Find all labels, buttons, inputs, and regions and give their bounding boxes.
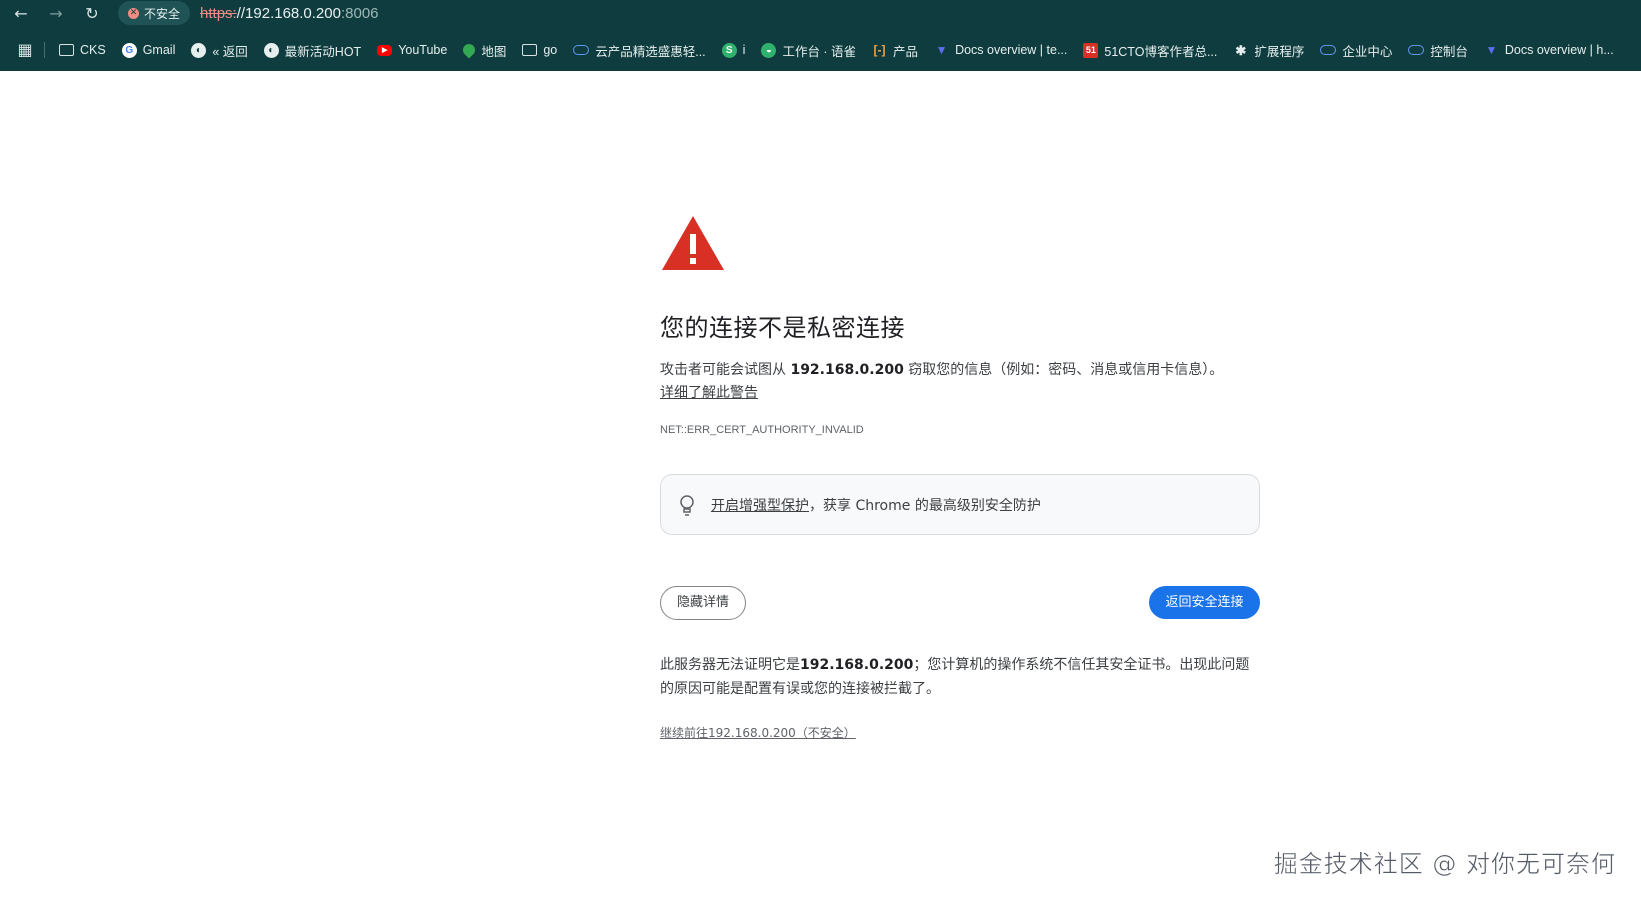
enhanced-protection-box: 开启增强型保护，获享 Chrome 的最高级别安全防护 [660,474,1260,535]
bookmark-i[interactable]: Si [716,38,752,62]
details-prefix: 此服务器无法证明它是 [660,657,800,673]
warning-description: 攻击者可能会试图从 192.168.0.200 窃取您的信息（例如：密码、消息或… [660,358,1270,382]
bookmark-label: 51CTO博客作者总... [1104,44,1218,59]
folder-icon [59,44,74,56]
details-host: 192.168.0.200 [800,657,914,673]
bookmark-label: Docs overview | te... [955,43,1068,57]
address-bar[interactable]: ✕ 不安全 https://192.168.0.200:8006 [118,0,1018,26]
proceed-unsafe-link[interactable]: 继续前往192.168.0.200（不安全） [660,724,856,741]
bookmark-label: 控制台 [1430,44,1468,59]
bookmark-gmail[interactable]: G Gmail [116,38,182,62]
navigation-row: ← → ↻ ✕ 不安全 https://192.168.0.200:8006 [0,0,1641,28]
description-suffix: 窃取您的信息（例如：密码、消息或信用卡信息）。 [903,362,1224,378]
bookmark-51cto[interactable]: 51 51CTO博客作者总... [1077,38,1223,62]
bookmark-maps[interactable]: 地图 [457,38,512,62]
bookmark-back[interactable]: ◐ « 返回 [185,38,253,62]
bookmark-docs-te[interactable]: ▼ Docs overview | te... [928,38,1073,62]
enhanced-protection-rest: ，获享 Chrome 的最高级别安全防护 [809,498,1041,514]
bracket-icon: [-] [873,42,886,57]
google-icon: G [121,42,137,58]
yuque-icon: ◒ [761,42,777,58]
cloud-icon [1320,45,1337,55]
bookmark-label: 云产品精选盛惠轻... [595,44,706,59]
bookmark-yuque[interactable]: ◒ 工作台 · 语雀 [755,38,862,62]
maps-icon [460,41,478,59]
bookmark-label: 工作台 · 语雀 [782,44,857,59]
back-arrow-icon[interactable]: ← [9,2,33,26]
url-port: :8006 [340,4,379,22]
globe-icon: ◐ [191,42,207,58]
bookmark-youtube[interactable]: ▶ YouTube [371,38,453,62]
bookmarks-divider [44,42,45,58]
folder-icon [522,44,538,56]
bookmark-docs-h[interactable]: ▼ Docs overview | h... [1478,38,1620,62]
bookmark-label: 最新活动HOT [284,44,362,59]
watermark: 掘金技术社区 @ 对你无可奈何 [1273,850,1616,879]
bookmark-label: i [742,43,746,57]
bookmark-extensions[interactable]: ✱ 扩展程序 [1227,38,1310,62]
bookmark-label: 产品 [893,44,919,59]
green-icon: S [721,42,737,58]
not-secure-icon: ✕ [128,7,139,19]
back-to-safety-button[interactable]: 返回安全连接 [1149,586,1260,619]
hide-details-button[interactable]: 隐藏详情 [660,586,746,620]
cloud-icon [573,45,590,55]
bookmark-go[interactable]: go [516,38,563,62]
bookmark-label: Gmail [142,43,176,57]
bookmark-label: 扩展程序 [1254,44,1305,59]
url-text[interactable]: https://192.168.0.200:8006 [200,5,379,22]
puzzle-icon: ✱ [1235,42,1247,58]
bookmark-console[interactable]: 控制台 [1402,38,1474,62]
description-host: 192.168.0.200 [790,362,904,378]
bookmark-label: CKS [80,43,106,57]
security-chip-label: 不安全 [144,6,181,21]
youtube-icon: ▶ [377,44,393,56]
url-host: //192.168.0.200 [236,4,341,22]
bookmark-label: Docs overview | h... [1504,43,1614,57]
url-scheme: https: [200,4,237,22]
bookmark-label: 企业中心 [1342,44,1393,59]
apps-grid-icon[interactable]: ▦ [10,38,40,62]
terraform-icon: ▼ [1485,42,1498,57]
cloud-icon [1408,45,1425,55]
security-chip[interactable]: ✕ 不安全 [118,1,191,25]
bookmark-label: YouTube [398,43,448,57]
bookmark-label: 地图 [481,44,507,59]
page-title: 您的连接不是私密连接 [660,314,905,342]
51cto-icon: 51 [1083,42,1099,58]
lightbulb-icon [680,495,694,516]
description-prefix: 攻击者可能会试图从 [660,362,791,378]
globe-icon: ◐ [263,42,279,58]
bookmark-products[interactable]: [-] 产品 [866,38,924,62]
bookmarks-bar: ▦ CKS G Gmail ◐ « 返回 ◐ 最新活动HOT ▶ YouTube 地图 … [0,37,1641,63]
bookmark-cloud-products[interactable]: 云产品精选盛惠轻... [567,38,711,62]
bookmark-label: go [543,43,558,57]
browser-toolbar: ← → ↻ ✕ 不安全 https://192.168.0.200:8006 ▦… [0,0,1641,71]
bookmark-cks[interactable]: CKS [53,38,112,62]
forward-arrow-icon[interactable]: → [44,2,68,26]
enhanced-protection-text: 开启增强型保护，获享 Chrome 的最高级别安全防护 [711,495,1041,515]
bookmark-hot[interactable]: ◐ 最新活动HOT [258,38,367,62]
terraform-icon: ▼ [935,42,948,57]
bookmark-label: « 返回 [212,44,248,59]
bookmark-enterprise[interactable]: 企业中心 [1314,38,1398,62]
learn-more-link[interactable]: 详细了解此警告 [660,382,758,402]
warning-triangle-icon [662,216,724,270]
enable-enhanced-protection-link[interactable]: 开启增强型保护 [711,498,809,514]
error-code: NET::ERR_CERT_AUTHORITY_INVALID [660,424,864,436]
details-description: 此服务器无法证明它是192.168.0.200；您计算机的操作系统不信任其安全证… [660,653,1260,701]
reload-icon[interactable]: ↻ [80,2,104,26]
